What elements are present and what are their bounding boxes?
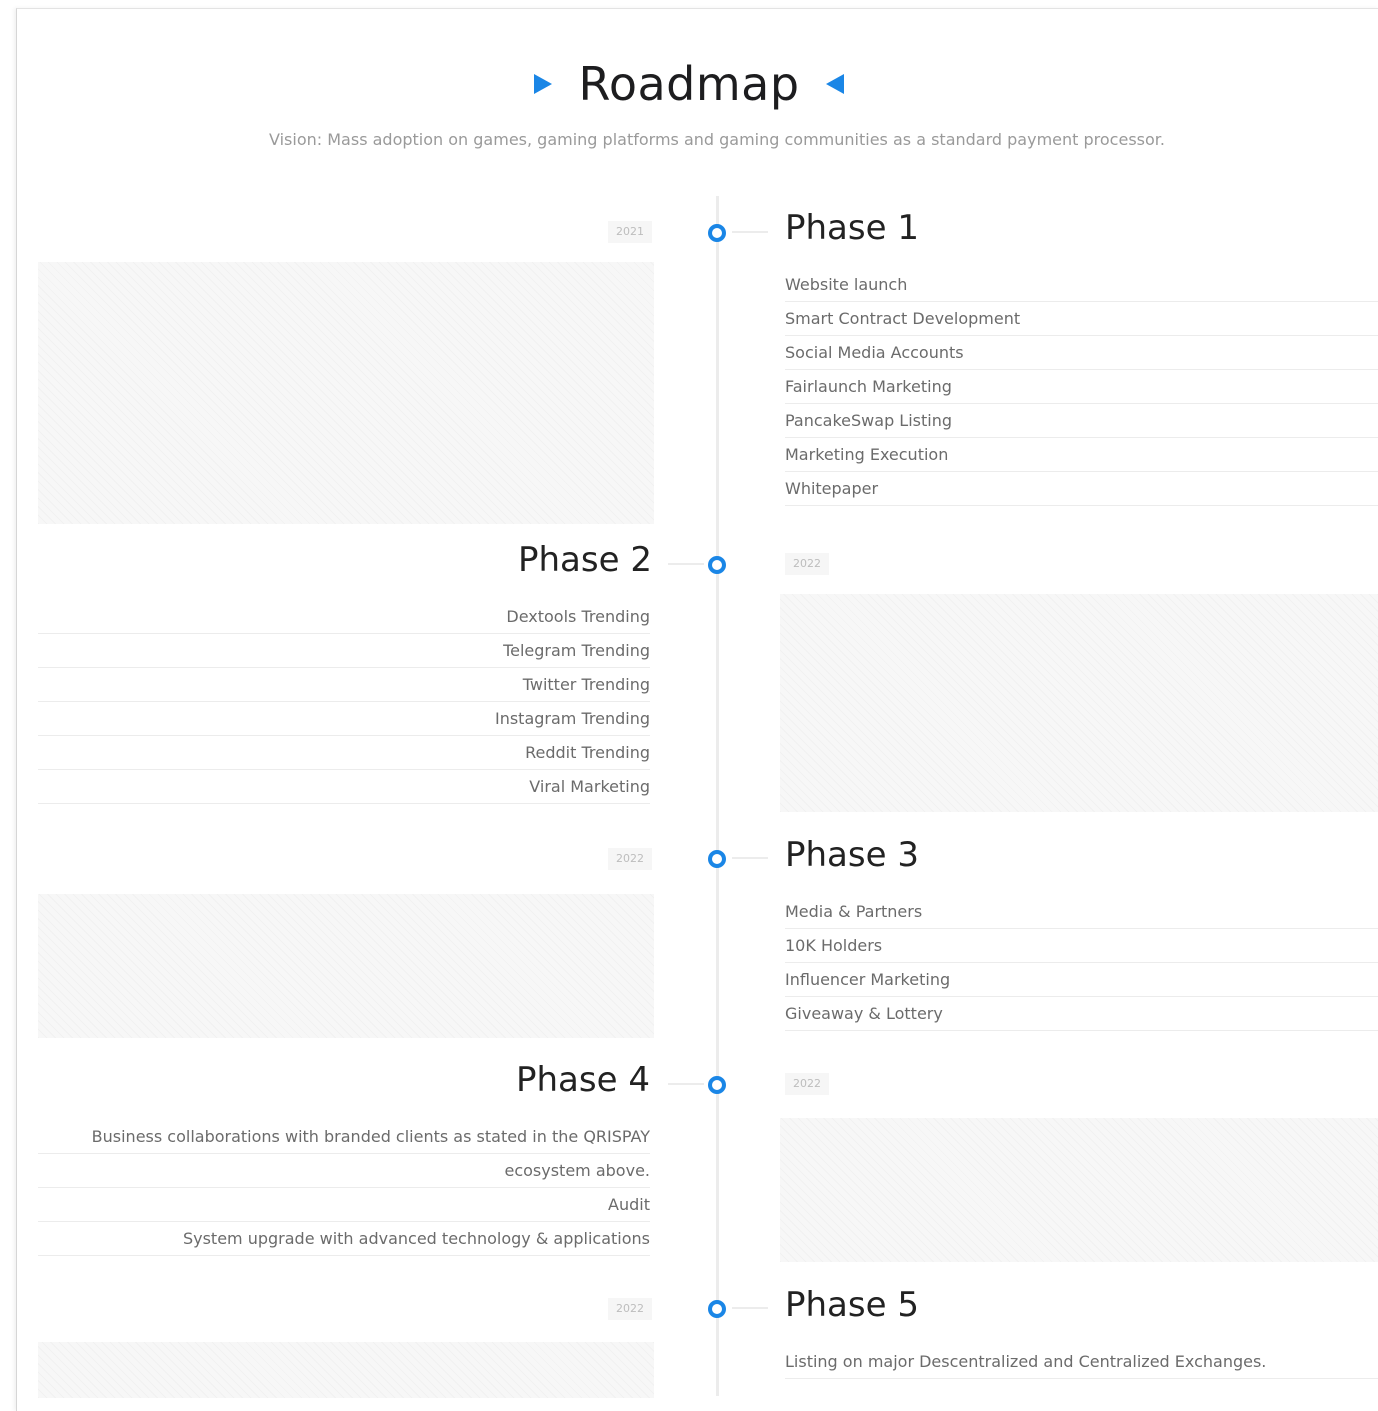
- phase-3-list: Media & Partners 10K Holders Influencer …: [785, 895, 1378, 1031]
- phase-4-list: Business collaborations with branded cli…: [38, 1120, 650, 1256]
- list-item: 10K Holders: [785, 929, 1378, 963]
- phase-2-image: [780, 594, 1378, 812]
- triangle-left-icon: [825, 74, 844, 94]
- phase-5-list: Listing on major Descentralized and Cent…: [785, 1345, 1378, 1379]
- list-item: PancakeSwap Listing: [785, 404, 1378, 438]
- vision-subtitle: Vision: Mass adoption on games, gaming p…: [269, 130, 1165, 149]
- phase-2-year: 2022: [785, 553, 829, 575]
- phase-1-year: 2021: [608, 221, 652, 243]
- phase-3-connector: [732, 857, 768, 859]
- timeline-line: [716, 196, 719, 1396]
- list-item: Smart Contract Development: [785, 302, 1378, 336]
- list-item: Dextools Trending: [38, 600, 650, 634]
- list-item: System upgrade with advanced technology …: [38, 1222, 650, 1256]
- phase-4-title: Phase 4: [516, 1060, 650, 1100]
- phase-3-title: Phase 3: [785, 835, 919, 875]
- list-item: Marketing Execution: [785, 438, 1378, 472]
- page-title: Roadmap: [578, 57, 800, 111]
- phase-4-year: 2022: [785, 1073, 829, 1095]
- phase-2-title: Phase 2: [518, 540, 652, 580]
- list-item: Audit: [38, 1188, 650, 1222]
- phase-4-node: [708, 1076, 726, 1094]
- phase-4-image: [780, 1118, 1378, 1262]
- phase-2-node: [708, 556, 726, 574]
- phase-3-image: [38, 894, 654, 1038]
- phase-3-year: 2022: [608, 848, 652, 870]
- list-item: Influencer Marketing: [785, 963, 1378, 997]
- phase-5-year: 2022: [608, 1298, 652, 1320]
- phase-5-image: [38, 1342, 654, 1398]
- list-item: Giveaway & Lottery: [785, 997, 1378, 1031]
- list-item: ecosystem above.: [38, 1154, 650, 1188]
- phase-2-list: Dextools Trending Telegram Trending Twit…: [38, 600, 650, 804]
- list-item: Website launch: [785, 268, 1378, 302]
- phase-5-node: [708, 1300, 726, 1318]
- phase-1-list: Website launch Smart Contract Developmen…: [785, 268, 1378, 506]
- list-item: Reddit Trending: [38, 736, 650, 770]
- triangle-right-icon: [534, 74, 553, 94]
- list-item: Listing on major Descentralized and Cent…: [785, 1345, 1378, 1379]
- roadmap-header: Roadmap: [0, 52, 1378, 116]
- list-item: Fairlaunch Marketing: [785, 370, 1378, 404]
- phase-1-node: [708, 224, 726, 242]
- phase-1-image: [38, 262, 654, 524]
- list-item: Instagram Trending: [38, 702, 650, 736]
- phase-5-connector: [732, 1307, 768, 1309]
- list-item: Business collaborations with branded cli…: [38, 1120, 650, 1154]
- phase-1-connector: [732, 231, 768, 233]
- phase-5-title: Phase 5: [785, 1285, 919, 1325]
- phase-4-connector: [668, 1083, 704, 1085]
- list-item: Twitter Trending: [38, 668, 650, 702]
- phase-3-node: [708, 850, 726, 868]
- list-item: Viral Marketing: [38, 770, 650, 804]
- list-item: Media & Partners: [785, 895, 1378, 929]
- list-item: Social Media Accounts: [785, 336, 1378, 370]
- phase-2-connector: [668, 563, 704, 565]
- phase-1-title: Phase 1: [785, 208, 919, 248]
- list-item: Whitepaper: [785, 472, 1378, 506]
- list-item: Telegram Trending: [38, 634, 650, 668]
